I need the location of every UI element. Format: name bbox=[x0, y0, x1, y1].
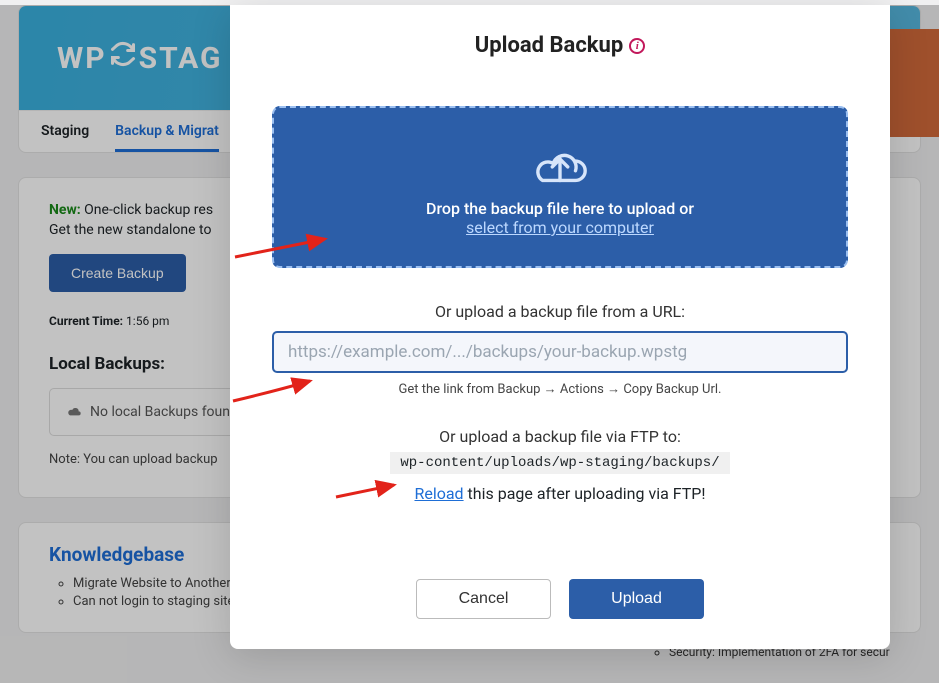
no-local-backups-text: No local Backups found bbox=[90, 404, 238, 420]
reload-link[interactable]: Reload bbox=[414, 484, 463, 503]
new-badge: New: bbox=[49, 202, 81, 218]
info-icon[interactable]: i bbox=[629, 38, 645, 54]
or-ftp-label: Or upload a backup file via FTP to: bbox=[439, 427, 681, 446]
create-backup-button[interactable]: Create Backup bbox=[49, 254, 186, 292]
new-text: One-click backup res bbox=[84, 202, 213, 218]
modal-button-row: Cancel Upload bbox=[416, 579, 704, 619]
orange-banner-fragment bbox=[883, 29, 939, 137]
file-dropzone[interactable]: Drop the backup file here to upload or s… bbox=[272, 106, 848, 268]
tab-backup-migration[interactable]: Backup & Migrat bbox=[115, 123, 219, 152]
backup-url-input[interactable] bbox=[272, 331, 848, 373]
modal-title-row: Upload Backup i bbox=[475, 33, 645, 58]
upload-button[interactable]: Upload bbox=[569, 579, 704, 619]
ftp-reload-line: Reload this page after uploading via FTP… bbox=[414, 484, 705, 503]
logo-pre: WP bbox=[57, 41, 107, 76]
cloud-icon bbox=[66, 403, 82, 421]
reload-rest: this page after uploading via FTP! bbox=[464, 484, 706, 503]
logo-post: STAG bbox=[139, 41, 223, 76]
cancel-button[interactable]: Cancel bbox=[416, 579, 551, 619]
current-time-value: 1:56 pm bbox=[126, 314, 169, 328]
wpstaging-logo: WP STAG bbox=[57, 40, 222, 76]
cloud-upload-icon bbox=[529, 137, 591, 193]
dropzone-text: Drop the backup file here to upload or bbox=[426, 199, 694, 218]
select-from-computer-link[interactable]: select from your computer bbox=[466, 218, 654, 237]
upload-backup-modal: Upload Backup i Drop the backup file her… bbox=[230, 5, 890, 649]
or-url-label: Or upload a backup file from a URL: bbox=[435, 302, 685, 321]
ftp-path: wp-content/uploads/wp-staging/backups/ bbox=[390, 452, 729, 474]
current-time-label: Current Time: bbox=[49, 314, 123, 328]
modal-title: Upload Backup bbox=[475, 33, 623, 58]
url-hint: Get the link from Backup → Actions → Cop… bbox=[398, 381, 721, 397]
tab-staging[interactable]: Staging bbox=[41, 123, 89, 152]
refresh-icon bbox=[109, 40, 137, 76]
